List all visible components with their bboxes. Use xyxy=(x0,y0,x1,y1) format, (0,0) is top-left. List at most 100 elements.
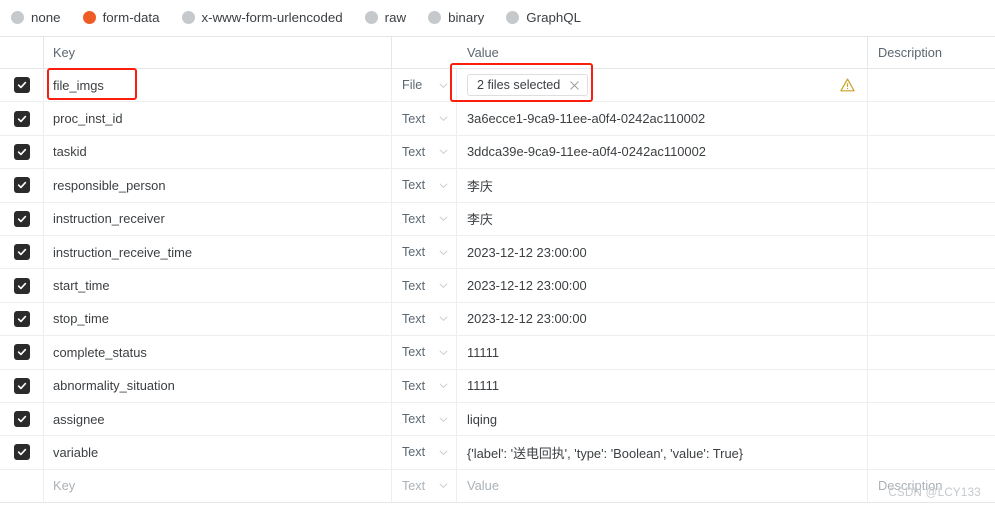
row-checkbox[interactable] xyxy=(13,210,30,227)
row-type-dropdown[interactable]: Text xyxy=(392,235,457,269)
row-checkbox-cell[interactable] xyxy=(0,336,44,369)
row-value-input[interactable]: 11111 xyxy=(457,369,868,402)
row-description-input[interactable] xyxy=(868,236,995,268)
row-checkbox-cell[interactable] xyxy=(0,302,44,336)
row-checkbox[interactable] xyxy=(13,77,30,94)
empty-row-value-input[interactable]: Value xyxy=(457,469,868,503)
body-type-option-urlencoded[interactable]: x-www-form-urlencoded xyxy=(181,11,343,25)
row-value-input[interactable]: 2 files selected xyxy=(457,69,868,102)
row-checkbox-cell[interactable] xyxy=(0,202,44,235)
check-icon xyxy=(17,415,26,423)
row-value-input[interactable]: {'label': '送电回执', 'type': 'Boolean', 'va… xyxy=(457,436,868,469)
row-description-input[interactable] xyxy=(868,303,995,335)
row-description-input[interactable] xyxy=(868,169,995,201)
check-icon xyxy=(17,449,26,456)
row-key-text: assignee xyxy=(53,411,105,427)
row-value-input[interactable]: 2023-12-12 23:00:00 xyxy=(457,269,868,302)
row-key-input[interactable]: variable xyxy=(44,436,392,469)
empty-row-checkbox-cell xyxy=(0,469,44,503)
row-key-input[interactable]: abnormality_situation xyxy=(44,369,392,402)
row-type-text: Text xyxy=(402,111,426,126)
row-checkbox-cell[interactable] xyxy=(0,102,44,135)
row-key-input[interactable]: taskid xyxy=(44,135,392,169)
row-type-text: File xyxy=(402,78,423,93)
table-empty-row[interactable]: Key Text Value Description xyxy=(0,469,995,504)
row-checkbox-cell[interactable] xyxy=(0,235,44,269)
check-icon xyxy=(17,248,26,256)
row-type-dropdown[interactable]: Text xyxy=(392,369,457,402)
row-checkbox-cell[interactable] xyxy=(0,436,44,469)
row-checkbox[interactable] xyxy=(13,177,30,194)
body-type-option-graphql[interactable]: GraphQL xyxy=(506,11,581,25)
chevron-down-icon xyxy=(439,150,448,155)
table-row: proc_inst_id Text 3a6ecce1-9ca9-11ee-a0f4-… xyxy=(0,102,995,136)
row-checkbox[interactable] xyxy=(13,444,30,461)
row-checkbox-cell[interactable] xyxy=(0,269,44,302)
row-type-dropdown[interactable]: Text xyxy=(392,402,457,436)
row-value-input[interactable]: 2023-12-12 23:00:00 xyxy=(457,302,868,336)
row-value-input[interactable]: 李庆 xyxy=(457,202,868,235)
row-key-input[interactable]: instruction_receiver xyxy=(44,202,392,235)
row-description-input[interactable] xyxy=(868,203,995,235)
row-type-dropdown[interactable]: Text xyxy=(392,436,457,469)
chevron-down-icon xyxy=(439,83,448,88)
row-checkbox-cell[interactable] xyxy=(0,169,44,202)
row-key-input[interactable]: stop_time xyxy=(44,302,392,336)
chevron-down-icon xyxy=(439,116,448,122)
empty-row-type-dropdown[interactable]: Text xyxy=(392,469,457,503)
row-checkbox-cell[interactable] xyxy=(0,369,44,402)
row-value-input[interactable]: 3ddca39e-9ca9-11ee-a0f4-0242ac110002 xyxy=(457,135,868,169)
row-type-dropdown[interactable]: Text xyxy=(392,202,457,235)
body-type-option-form-data[interactable]: form-data xyxy=(82,11,160,25)
row-type-dropdown[interactable]: Text xyxy=(392,102,457,135)
row-description-input[interactable] xyxy=(868,436,995,468)
row-key-input[interactable]: complete_status xyxy=(44,336,392,369)
row-description-input[interactable] xyxy=(868,403,995,435)
row-description-input[interactable] xyxy=(868,102,995,134)
row-checkbox-cell[interactable] xyxy=(0,69,44,102)
row-checkbox[interactable] xyxy=(13,377,30,394)
row-description-input[interactable] xyxy=(868,136,995,168)
row-key-input[interactable]: assignee xyxy=(44,402,392,436)
table-row: assignee Text liqing xyxy=(0,402,995,437)
row-type-dropdown[interactable]: Text xyxy=(392,169,457,202)
body-type-option-binary[interactable]: binary xyxy=(428,11,484,25)
row-type-dropdown[interactable]: Text xyxy=(392,336,457,369)
row-checkbox[interactable] xyxy=(13,110,30,127)
row-key-input[interactable]: start_time xyxy=(44,269,392,302)
row-description-input[interactable] xyxy=(868,370,995,402)
empty-row-key-input[interactable]: Key xyxy=(44,469,392,503)
body-type-option-raw[interactable]: raw xyxy=(364,11,406,25)
file-chip[interactable]: 2 files selected xyxy=(467,74,589,97)
row-checkbox[interactable] xyxy=(13,277,30,294)
row-value-input[interactable]: 李庆 xyxy=(457,169,868,202)
close-icon[interactable] xyxy=(569,80,580,91)
row-description-input[interactable] xyxy=(868,269,995,301)
row-type-dropdown[interactable]: Text xyxy=(392,302,457,336)
row-checkbox[interactable] xyxy=(13,344,30,361)
row-key-input[interactable]: proc_inst_id xyxy=(44,102,392,135)
row-value-input[interactable]: liqing xyxy=(457,402,868,436)
row-value-input[interactable]: 3a6ecce1-9ca9-11ee-a0f4-0242ac110002 xyxy=(457,102,868,135)
chevron-down-icon xyxy=(439,417,448,422)
row-checkbox-cell[interactable] xyxy=(0,135,44,169)
row-checkbox-cell[interactable] xyxy=(0,402,44,436)
row-description-input[interactable] xyxy=(868,69,995,101)
row-key-input[interactable]: file_imgs xyxy=(44,69,392,102)
body-type-option-none[interactable]: none xyxy=(11,11,61,25)
row-value-input[interactable]: 11111 xyxy=(457,336,868,369)
row-description-input[interactable] xyxy=(868,336,995,368)
row-key-input[interactable]: instruction_receive_time xyxy=(44,235,392,269)
row-type-dropdown[interactable]: Text xyxy=(392,135,457,169)
row-value-text: {'label': '送电回执', 'type': 'Boolean', 'va… xyxy=(467,445,744,461)
row-checkbox[interactable] xyxy=(13,244,30,261)
row-checkbox[interactable] xyxy=(13,143,30,160)
chevron-down-icon xyxy=(439,283,448,289)
row-checkbox[interactable] xyxy=(13,411,30,428)
row-type-dropdown[interactable]: File xyxy=(392,69,457,102)
row-value-text: 2023-12-12 23:00:00 xyxy=(467,278,587,294)
row-value-input[interactable]: 2023-12-12 23:00:00 xyxy=(457,235,868,269)
row-type-dropdown[interactable]: Text xyxy=(392,269,457,302)
row-key-input[interactable]: responsible_person xyxy=(44,169,392,202)
row-checkbox[interactable] xyxy=(13,310,30,327)
